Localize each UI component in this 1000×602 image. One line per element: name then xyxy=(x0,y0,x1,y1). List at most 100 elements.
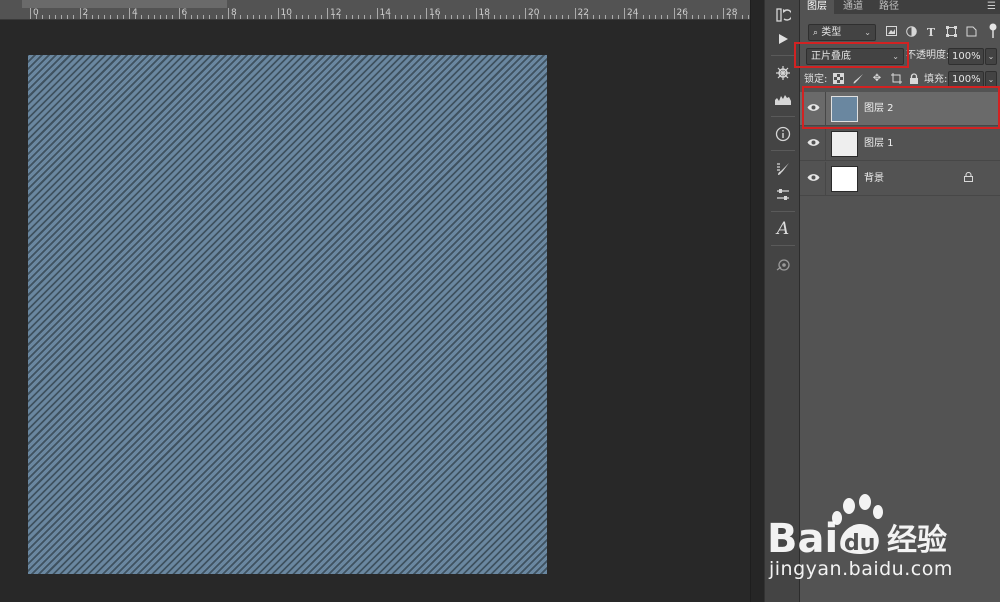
ruler-tick-minor xyxy=(166,15,168,19)
tab-channels[interactable]: 通道 xyxy=(836,0,870,14)
shape-filter-icon[interactable] xyxy=(944,26,958,40)
3d-icon[interactable] xyxy=(769,252,797,278)
filter-toggle-icon[interactable] xyxy=(986,23,1000,38)
layer-row-layer-2[interactable]: 图层 2 xyxy=(800,92,1000,126)
ruler-tick-minor xyxy=(135,15,137,19)
character-icon[interactable]: A xyxy=(769,216,797,242)
lock-icon xyxy=(964,171,973,185)
chevron-down-icon[interactable]: ⌄ xyxy=(985,48,997,65)
ruler-tick-minor xyxy=(741,15,743,19)
blend-opacity-row: 正片叠底 ⌄ 不透明度: 100% ⌄ xyxy=(800,46,1000,68)
ruler-tick-minor xyxy=(568,15,570,19)
eye-icon[interactable] xyxy=(806,173,820,185)
panel-tabs: 图层 通道 路径 ☰ xyxy=(800,0,1000,14)
hamburger-menu-icon[interactable]: ☰ xyxy=(987,1,996,12)
lock-image-icon[interactable] xyxy=(852,73,864,85)
ruler-tick-minor xyxy=(506,15,508,19)
layers-panel: 图层 通道 路径 ☰ ⌕ 类型 ⌄ T 正片叠底 ⌄ 不透明度: 100% ⌄ … xyxy=(800,0,1000,602)
adjust-icon[interactable] xyxy=(769,182,797,208)
type-filter-icon[interactable]: T xyxy=(924,26,938,40)
ruler-tick-minor xyxy=(599,15,601,19)
ruler-tick-minor xyxy=(419,15,421,19)
lock-transparent-icon[interactable] xyxy=(832,73,844,85)
lock-fill-row: 锁定: ✥ 填充: 100% ⌄ xyxy=(800,70,1000,90)
ruler-tick-minor xyxy=(555,15,557,19)
layer-row-background[interactable]: 背景 xyxy=(800,162,1000,196)
ruler-tick-minor xyxy=(215,15,217,19)
ruler-tick-major xyxy=(475,8,477,19)
ruler-tick-major xyxy=(376,8,378,19)
layer-kind-label: 类型 xyxy=(821,27,842,38)
image-filter-icon[interactable] xyxy=(884,26,898,40)
ruler-tick-minor xyxy=(531,15,533,19)
info-icon[interactable] xyxy=(769,121,797,147)
opacity-input[interactable]: 100% xyxy=(948,48,984,65)
blend-mode-select[interactable]: 正片叠底 ⌄ xyxy=(806,48,904,65)
search-icon: ⌕ xyxy=(813,28,819,38)
ruler-tick-major xyxy=(228,8,229,19)
vertical-scrollbar[interactable] xyxy=(750,0,764,602)
layer-name[interactable]: 图层 2 xyxy=(864,102,894,116)
ruler-tick-major xyxy=(624,8,625,19)
ruler-tick-minor xyxy=(469,15,471,19)
document-canvas[interactable] xyxy=(28,55,547,574)
fill-input[interactable]: 100% xyxy=(948,71,984,88)
eye-icon[interactable] xyxy=(806,103,820,115)
ruler-tick-minor xyxy=(611,15,613,19)
tab-layers[interactable]: 图层 xyxy=(800,0,834,14)
histogram-icon[interactable] xyxy=(769,86,797,112)
ruler-tick-major xyxy=(574,8,576,19)
opacity-label: 不透明度: xyxy=(906,50,950,61)
ruler-tick-minor xyxy=(246,15,248,19)
ruler-tick-minor xyxy=(704,15,706,19)
layer-name[interactable]: 图层 1 xyxy=(864,137,894,151)
ruler-tick-minor xyxy=(512,15,514,19)
ruler-tick-minor xyxy=(413,15,415,19)
layer-thumbnail xyxy=(831,131,858,157)
play-actions-icon[interactable] xyxy=(769,26,797,52)
adjustment-filter-icon[interactable] xyxy=(904,26,918,40)
ruler-tick-minor xyxy=(518,15,520,19)
layer-name[interactable]: 背景 xyxy=(864,172,884,186)
ruler-tick-minor xyxy=(67,15,69,19)
document-tab[interactable] xyxy=(22,0,227,8)
eye-icon[interactable] xyxy=(806,138,820,150)
tab-paths[interactable]: 路径 xyxy=(872,0,906,14)
lock-all-icon[interactable] xyxy=(908,73,920,85)
ruler-tick-minor xyxy=(98,15,100,19)
ruler-tick-major xyxy=(723,8,724,19)
ruler-tick-minor xyxy=(605,15,607,19)
ruler-tick-minor xyxy=(661,15,663,19)
ruler-tick-minor xyxy=(685,15,687,19)
ruler-tick-minor xyxy=(357,15,359,19)
layer-thumbnail xyxy=(831,166,858,192)
ruler-tick-minor xyxy=(116,15,118,19)
ruler-tick-minor xyxy=(500,15,502,19)
navigator-icon[interactable] xyxy=(769,60,797,86)
smart-object-filter-icon[interactable] xyxy=(964,26,978,40)
brush-presets-icon[interactable] xyxy=(769,156,797,182)
ruler-tick-major xyxy=(426,8,427,19)
lock-artboard-icon[interactable] xyxy=(890,73,902,85)
canvas-area[interactable] xyxy=(0,20,750,602)
ruler-tick-major xyxy=(30,8,31,19)
ruler-tick-minor xyxy=(209,15,211,19)
ruler-tick-minor xyxy=(91,15,93,19)
chevron-down-icon: ⌄ xyxy=(892,52,899,61)
layer-row-layer-1[interactable]: 图层 1 xyxy=(800,127,1000,161)
ruler-tick-minor xyxy=(122,15,124,19)
ruler-tick-minor xyxy=(710,15,712,19)
ruler-tick-minor xyxy=(345,15,347,19)
ruler-tick-minor xyxy=(729,15,731,19)
ruler-tick-minor xyxy=(692,15,694,19)
ruler-tick-minor xyxy=(382,15,384,19)
ruler-tick-minor xyxy=(747,15,749,19)
ruler-tick-minor xyxy=(395,15,397,19)
layer-kind-select[interactable]: ⌕ 类型 ⌄ xyxy=(808,24,876,41)
toolstrip-divider xyxy=(771,150,795,151)
history-icon[interactable] xyxy=(769,2,797,28)
ruler-tick-minor xyxy=(364,15,366,19)
lock-position-icon[interactable]: ✥ xyxy=(871,73,883,85)
ruler-tick-minor xyxy=(252,15,254,19)
chevron-down-icon[interactable]: ⌄ xyxy=(985,71,997,88)
